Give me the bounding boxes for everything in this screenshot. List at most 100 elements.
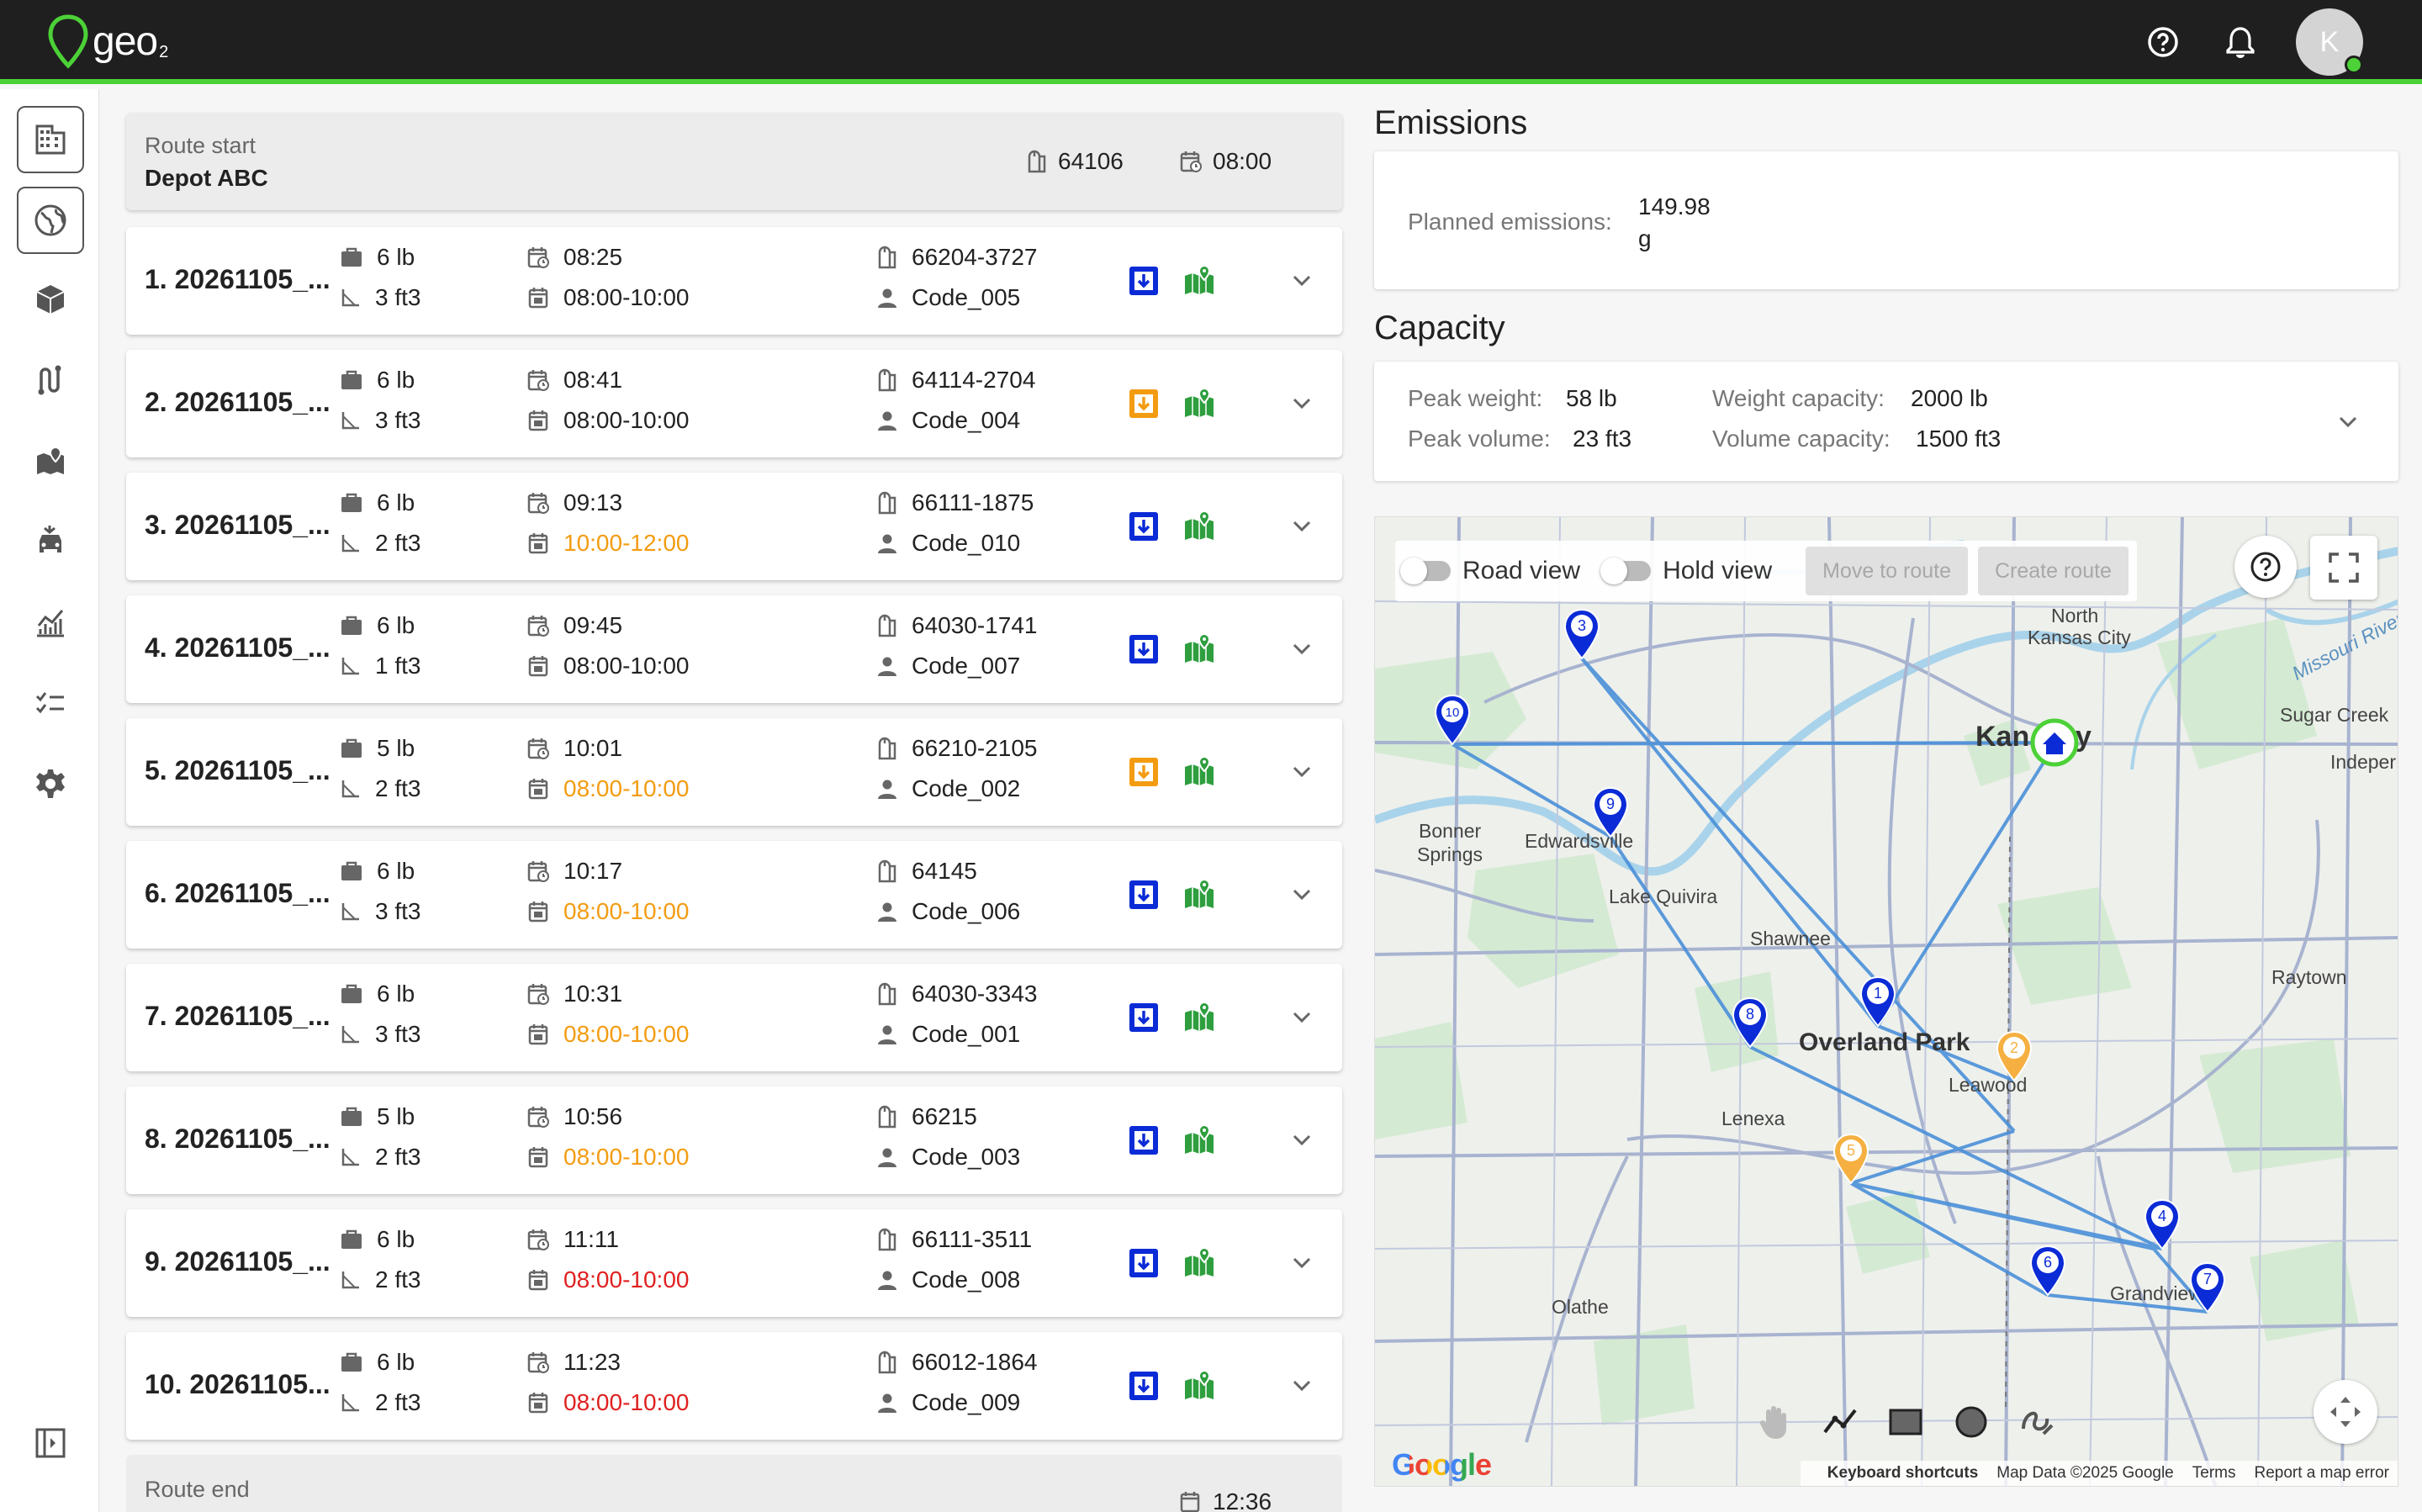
stop-postcode: 64145 — [912, 858, 977, 884]
expand-chevron-icon[interactable] — [1287, 1371, 1317, 1401]
stop-postcode: 66204-3727 — [912, 244, 1038, 270]
pickup-type-icon[interactable] — [1127, 387, 1161, 420]
stop-marker[interactable]: 5 — [1832, 1133, 1870, 1185]
stop-weight-field: 6 lb — [340, 489, 415, 516]
stop-card[interactable]: 10. 20261105... 6 lb 2 ft3 11:23 08:00-10:00… — [126, 1332, 1342, 1440]
view-on-map-icon[interactable] — [1182, 1001, 1216, 1034]
expand-chevron-icon[interactable] — [1287, 389, 1317, 419]
stop-card[interactable]: 1. 20261105_... 6 lb 3 ft3 08:25 08:00-10:00… — [126, 227, 1342, 335]
view-on-map-icon[interactable] — [1182, 1369, 1216, 1403]
view-on-map-icon[interactable] — [1182, 264, 1216, 298]
rectangle-tool[interactable] — [1873, 1389, 1938, 1455]
delivery-type-icon[interactable] — [1127, 1369, 1161, 1403]
sidebar-item-tasks[interactable] — [17, 669, 84, 737]
expand-chevron-icon[interactable] — [1287, 634, 1317, 664]
road-view-toggle[interactable]: Road view — [1400, 557, 1580, 585]
delivery-type-icon[interactable] — [1127, 510, 1161, 543]
calendar-icon — [528, 410, 548, 431]
user-avatar[interactable]: K — [2296, 8, 2363, 76]
sidebar-item-globe[interactable] — [17, 187, 84, 254]
expand-chevron-icon[interactable] — [1287, 511, 1317, 542]
expand-chevron-icon[interactable] — [1287, 1002, 1317, 1033]
view-on-map-icon[interactable] — [1182, 878, 1216, 912]
person-icon — [878, 657, 896, 676]
pickup-type-icon[interactable] — [1127, 755, 1161, 789]
stop-marker[interactable]: 7 — [2188, 1261, 2227, 1314]
expand-chevron-icon[interactable] — [1287, 757, 1317, 787]
stop-card[interactable]: 3. 20261105_... 6 lb 2 ft3 09:13 10:00-12:00… — [126, 473, 1342, 580]
delivery-type-icon[interactable] — [1127, 1246, 1161, 1280]
place-label: Springs — [1417, 843, 1483, 865]
delivery-type-icon[interactable] — [1127, 632, 1161, 666]
stop-card[interactable]: 8. 20261105_... 5 lb 2 ft3 10:56 08:00-10:00… — [126, 1086, 1342, 1194]
freehand-tool[interactable] — [2004, 1389, 2070, 1455]
stop-marker[interactable]: 9 — [1591, 786, 1630, 838]
sidebar-item-buildings[interactable] — [17, 106, 84, 173]
delivery-type-icon[interactable] — [1127, 264, 1161, 298]
bell-icon[interactable] — [2218, 20, 2262, 64]
stop-card[interactable]: 7. 20261105_... 6 lb 3 ft3 10:31 08:00-10:00… — [126, 964, 1342, 1071]
keyboard-shortcuts-link[interactable]: Keyboard shortcuts — [1827, 1464, 1978, 1483]
view-on-map-icon[interactable] — [1182, 632, 1216, 666]
expand-chevron-icon[interactable] — [1287, 266, 1317, 296]
sidebar-item-analytics[interactable] — [17, 589, 84, 656]
stop-marker[interactable]: 10 — [1433, 694, 1472, 746]
stop-card[interactable]: 5. 20261105_... 5 lb 2 ft3 10:01 08:00-10:00… — [126, 718, 1342, 826]
circle-tool[interactable] — [1938, 1389, 2004, 1455]
view-on-map-icon[interactable] — [1182, 755, 1216, 789]
volume-icon — [341, 780, 359, 798]
stop-card[interactable]: 6. 20261105_... 6 lb 3 ft3 10:17 08:00-10:00… — [126, 841, 1342, 949]
view-on-map-icon[interactable] — [1182, 510, 1216, 543]
create-route-button[interactable]: Create route — [1978, 547, 2129, 595]
hold-view-toggle[interactable]: Hold view — [1600, 557, 1772, 585]
sidebar-item-packages[interactable] — [17, 266, 84, 333]
stop-marker[interactable]: 3 — [1563, 608, 1601, 660]
pan-tool[interactable] — [1742, 1389, 1807, 1455]
view-on-map-icon[interactable] — [1182, 1123, 1216, 1157]
map-camera-control[interactable] — [2314, 1380, 2377, 1444]
delivery-type-icon[interactable] — [1127, 1001, 1161, 1034]
view-on-map-icon[interactable] — [1182, 387, 1216, 420]
weight-icon — [341, 370, 362, 389]
sidebar-item-routes[interactable] — [17, 346, 84, 414]
sidebar-item-vehicles[interactable] — [17, 508, 84, 575]
stop-code-field: Code_010 — [876, 530, 1020, 557]
stop-marker[interactable]: 6 — [2028, 1245, 2067, 1297]
expand-chevron-icon[interactable] — [1287, 1125, 1317, 1155]
move-to-route-button[interactable]: Move to route — [1806, 547, 1968, 595]
sidebar-item-map[interactable] — [17, 427, 84, 494]
map-help-button[interactable] — [2234, 536, 2297, 598]
terms-link[interactable]: Terms — [2192, 1464, 2236, 1483]
view-on-map-icon[interactable] — [1182, 1246, 1216, 1280]
polyline-tool[interactable] — [1807, 1389, 1873, 1455]
expand-chevron-icon[interactable] — [1287, 1248, 1317, 1278]
route-map[interactable]: North Kansas City Kan City Sugar Creek I… — [1374, 516, 2398, 1487]
stop-marker[interactable]: 2 — [1995, 1030, 2033, 1082]
stop-marker[interactable]: 1 — [1859, 975, 1897, 1028]
stop-marker[interactable]: 8 — [1731, 997, 1769, 1049]
stop-card[interactable]: 9. 20261105_... 6 lb 2 ft3 11:11 08:00-10:00… — [126, 1209, 1342, 1317]
stop-time-window: 10:00-12:00 — [563, 530, 690, 556]
expand-chevron-icon[interactable] — [1287, 880, 1317, 910]
stop-marker[interactable]: 4 — [2143, 1198, 2181, 1250]
depot-home-marker[interactable] — [2028, 716, 2081, 769]
stop-window-field: 10:00-12:00 — [526, 530, 689, 557]
sidebar-item-settings[interactable] — [17, 750, 84, 817]
capacity-panel: Peak weight: 58 lb Peak volume: 23 ft3 W… — [1374, 362, 2398, 481]
fullscreen-button[interactable] — [2310, 536, 2377, 600]
sidebar-collapse-button[interactable] — [17, 1409, 84, 1477]
app-logo[interactable]: geo 2 — [47, 12, 168, 71]
stop-weight: 5 lb — [377, 1103, 415, 1129]
report-error-link[interactable]: Report a map error — [2254, 1464, 2389, 1483]
stop-window-field: 08:00-10:00 — [526, 407, 689, 434]
stop-volume-field: 2 ft3 — [340, 530, 420, 557]
chevron-down-icon[interactable] — [2333, 407, 2363, 437]
stop-card[interactable]: 2. 20261105_... 6 lb 3 ft3 08:41 08:00-10:00… — [126, 350, 1342, 457]
help-icon[interactable] — [2141, 20, 2185, 64]
clock-icon — [527, 1107, 549, 1128]
delivery-type-icon[interactable] — [1127, 878, 1161, 912]
mailbox-icon — [878, 614, 896, 637]
weight-icon — [341, 1352, 362, 1372]
delivery-type-icon[interactable] — [1127, 1123, 1161, 1157]
stop-card[interactable]: 4. 20261105_... 6 lb 1 ft3 09:45 08:00-10:00… — [126, 595, 1342, 703]
